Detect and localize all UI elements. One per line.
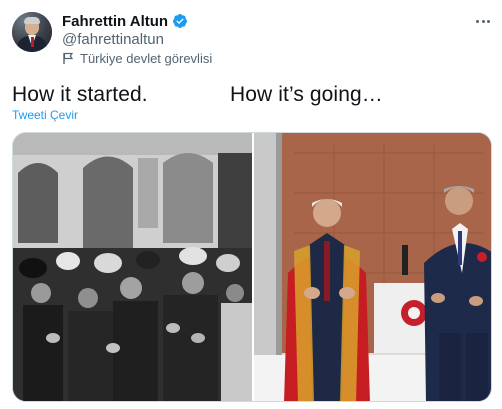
historical-photo[interactable] [13, 133, 252, 401]
tweet-text: How it started. How it’s going… [12, 83, 492, 109]
tweet-text-right: How it’s going… [230, 83, 383, 106]
ceremony-photo[interactable] [254, 133, 491, 401]
account-label[interactable]: Türkiye devlet görevlisi [62, 50, 212, 66]
translate-tweet-link[interactable]: Tweeti Çevir [12, 108, 78, 122]
author-handle[interactable]: @fahrettinaltun [62, 31, 164, 48]
flag-icon [62, 52, 74, 65]
author-display-name[interactable]: Fahrettin Altun [62, 13, 168, 30]
more-dots-icon [476, 19, 480, 23]
avatar[interactable] [12, 12, 52, 52]
verified-badge-icon [172, 13, 188, 29]
account-label-text: Türkiye devlet görevlisi [80, 50, 213, 66]
tweet: Fahrettin Altun @fahrettinaltun Türkiye … [0, 0, 502, 409]
tweet-media [12, 132, 492, 402]
more-options-button[interactable] [472, 10, 494, 32]
author-name-row: Fahrettin Altun [62, 12, 188, 30]
tweet-text-left: How it started. [12, 83, 148, 106]
